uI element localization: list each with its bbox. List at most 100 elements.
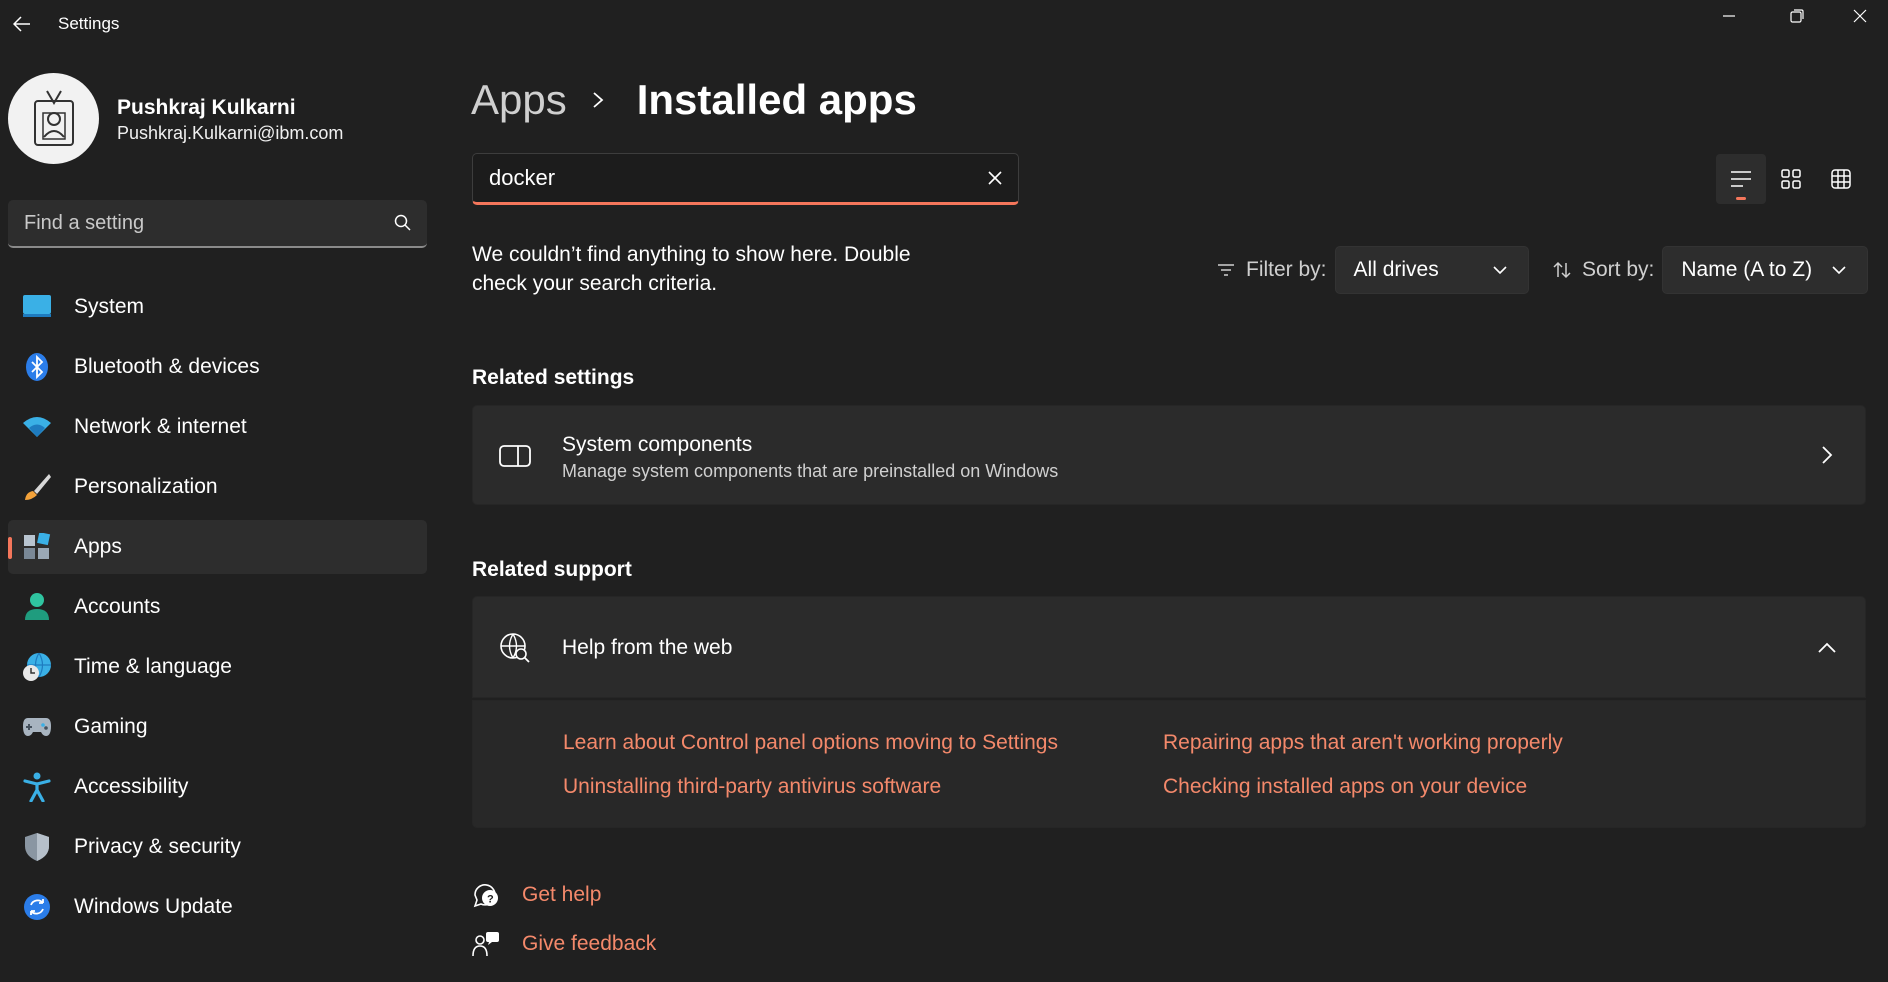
sidebar-item-label: Gaming — [74, 715, 148, 738]
sidebar-item-bluetooth[interactable]: Bluetooth & devices — [8, 340, 427, 394]
sidebar-item-label: Accounts — [74, 595, 161, 618]
breadcrumb-parent-link[interactable]: Apps — [471, 76, 567, 124]
sidebar-item-label: Personalization — [74, 475, 218, 498]
clear-search-button[interactable] — [984, 167, 1006, 189]
sidebar-item-label: System — [74, 295, 145, 318]
sort-icon — [1553, 261, 1571, 279]
filter-control: Filter by: All drives — [1216, 246, 1529, 294]
sidebar-item-accounts[interactable]: Accounts — [8, 580, 427, 634]
minimize-button[interactable] — [1696, 0, 1762, 32]
update-icon — [22, 892, 52, 922]
sidebar-item-label: Windows Update — [74, 895, 233, 918]
filter-dropdown[interactable]: All drives — [1334, 246, 1529, 294]
help-link-repairing-apps[interactable]: Repairing apps that aren't working prope… — [1163, 731, 1563, 755]
get-help-label: Get help — [522, 883, 602, 906]
help-link-uninstall-antivirus[interactable]: Uninstalling third-party antivirus softw… — [563, 775, 941, 799]
restore-button[interactable] — [1764, 0, 1830, 32]
system-components-subtitle: Manage system components that are preins… — [562, 461, 1059, 481]
sort-value: Name (A to Z) — [1681, 258, 1813, 281]
help-from-web-title: Help from the web — [562, 636, 733, 659]
give-feedback-link[interactable]: Give feedback — [472, 927, 656, 961]
sort-label: Sort by: — [1582, 258, 1655, 281]
chevron-right-icon — [591, 89, 613, 111]
sidebar-item-label: Bluetooth & devices — [74, 355, 260, 378]
sort-control: Sort by: Name (A to Z) — [1552, 246, 1869, 294]
help-link-checking-installed-apps[interactable]: Checking installed apps on your device — [1163, 775, 1527, 799]
clear-icon — [988, 171, 1002, 185]
find-setting-input[interactable] — [24, 200, 374, 246]
find-setting-box[interactable] — [8, 200, 427, 248]
paintbrush-icon — [22, 472, 52, 502]
search-apps-box[interactable] — [472, 153, 1019, 205]
restore-icon — [1790, 9, 1804, 23]
gamepad-icon — [22, 712, 52, 742]
sort-dropdown[interactable]: Name (A to Z) — [1662, 246, 1869, 294]
accessibility-icon — [22, 772, 52, 802]
sidebar-item-time-language[interactable]: Time & language — [8, 640, 427, 694]
system-components-card[interactable]: System components Manage system componen… — [472, 405, 1866, 505]
grid-view-button[interactable] — [1816, 154, 1866, 204]
empty-results-message: We couldn’t find anything to show here. … — [472, 243, 911, 295]
apps-icon — [22, 532, 52, 562]
back-button[interactable] — [6, 8, 38, 40]
sidebar-item-windows-update[interactable]: Windows Update — [8, 880, 427, 934]
user-email: Pushkraj.Kulkarni@ibm.com — [117, 123, 344, 143]
sidebar-item-gaming[interactable]: Gaming — [8, 700, 427, 754]
avatar[interactable] — [8, 73, 99, 164]
sidebar-item-label: Privacy & security — [74, 835, 241, 858]
filter-label: Filter by: — [1246, 258, 1327, 281]
sidebar-nav: System Bluetooth & devices Network & int… — [8, 280, 427, 940]
window-title: Settings — [58, 14, 120, 33]
sidebar-item-label: Time & language — [74, 655, 232, 678]
chevron-right-icon — [1817, 445, 1837, 465]
sidebar-item-label: Accessibility — [74, 775, 189, 798]
system-components-title: System components — [562, 433, 753, 456]
globe-search-icon — [499, 632, 531, 664]
sidebar-item-privacy-security[interactable]: Privacy & security — [8, 820, 427, 874]
sidebar-item-accessibility[interactable]: Accessibility — [8, 760, 427, 814]
sidebar-item-network[interactable]: Network & internet — [8, 400, 427, 454]
chevron-down-icon — [1492, 261, 1510, 279]
tile-view-icon — [1781, 169, 1801, 189]
close-icon — [1853, 9, 1867, 23]
sidebar-item-label: Network & internet — [74, 415, 247, 438]
help-from-web-header[interactable]: Help from the web — [472, 596, 1866, 698]
get-help-link[interactable]: ? Get help — [472, 878, 601, 912]
user-badge-icon — [33, 89, 74, 146]
system-components-icon — [499, 440, 531, 472]
page-title: Installed apps — [636, 76, 917, 123]
sidebar-item-personalization[interactable]: Personalization — [8, 460, 427, 514]
search-icon[interactable] — [393, 213, 413, 233]
chevron-down-icon — [1831, 261, 1849, 279]
view-mode-toggle — [1716, 154, 1866, 204]
system-monitor-icon — [22, 292, 52, 322]
svg-text:?: ? — [487, 894, 494, 906]
shield-icon — [22, 832, 52, 862]
search-apps-input[interactable] — [489, 154, 959, 202]
breadcrumb: Apps Installed apps — [471, 72, 917, 128]
list-view-icon — [1731, 171, 1751, 187]
user-profile[interactable]: Pushkraj Kulkarni Pushkraj.Kulkarni@ibm.… — [8, 73, 428, 165]
related-support-heading: Related support — [472, 558, 632, 581]
help-link-control-panel[interactable]: Learn about Control panel options moving… — [563, 731, 1058, 755]
minimize-icon — [1723, 15, 1735, 17]
filter-value: All drives — [1353, 258, 1439, 281]
tile-view-button[interactable] — [1766, 154, 1816, 204]
help-chat-icon: ? — [472, 881, 500, 909]
person-icon — [22, 592, 52, 622]
back-arrow-icon — [13, 16, 30, 32]
related-settings-heading: Related settings — [472, 366, 635, 389]
title-bar: Settings — [0, 0, 1888, 48]
filter-icon — [1218, 264, 1234, 276]
sidebar-item-system[interactable]: System — [8, 280, 427, 334]
list-view-button[interactable] — [1716, 154, 1766, 204]
give-feedback-label: Give feedback — [522, 932, 657, 955]
sidebar-item-apps[interactable]: Apps — [8, 520, 427, 574]
user-name: Pushkraj Kulkarni — [117, 96, 296, 119]
globe-clock-icon — [22, 652, 52, 682]
chevron-up-icon[interactable] — [1817, 638, 1837, 658]
bluetooth-icon — [22, 352, 52, 382]
grid-view-icon — [1831, 169, 1851, 189]
close-button[interactable] — [1832, 0, 1888, 32]
help-from-web-links: Learn about Control panel options moving… — [472, 700, 1866, 828]
